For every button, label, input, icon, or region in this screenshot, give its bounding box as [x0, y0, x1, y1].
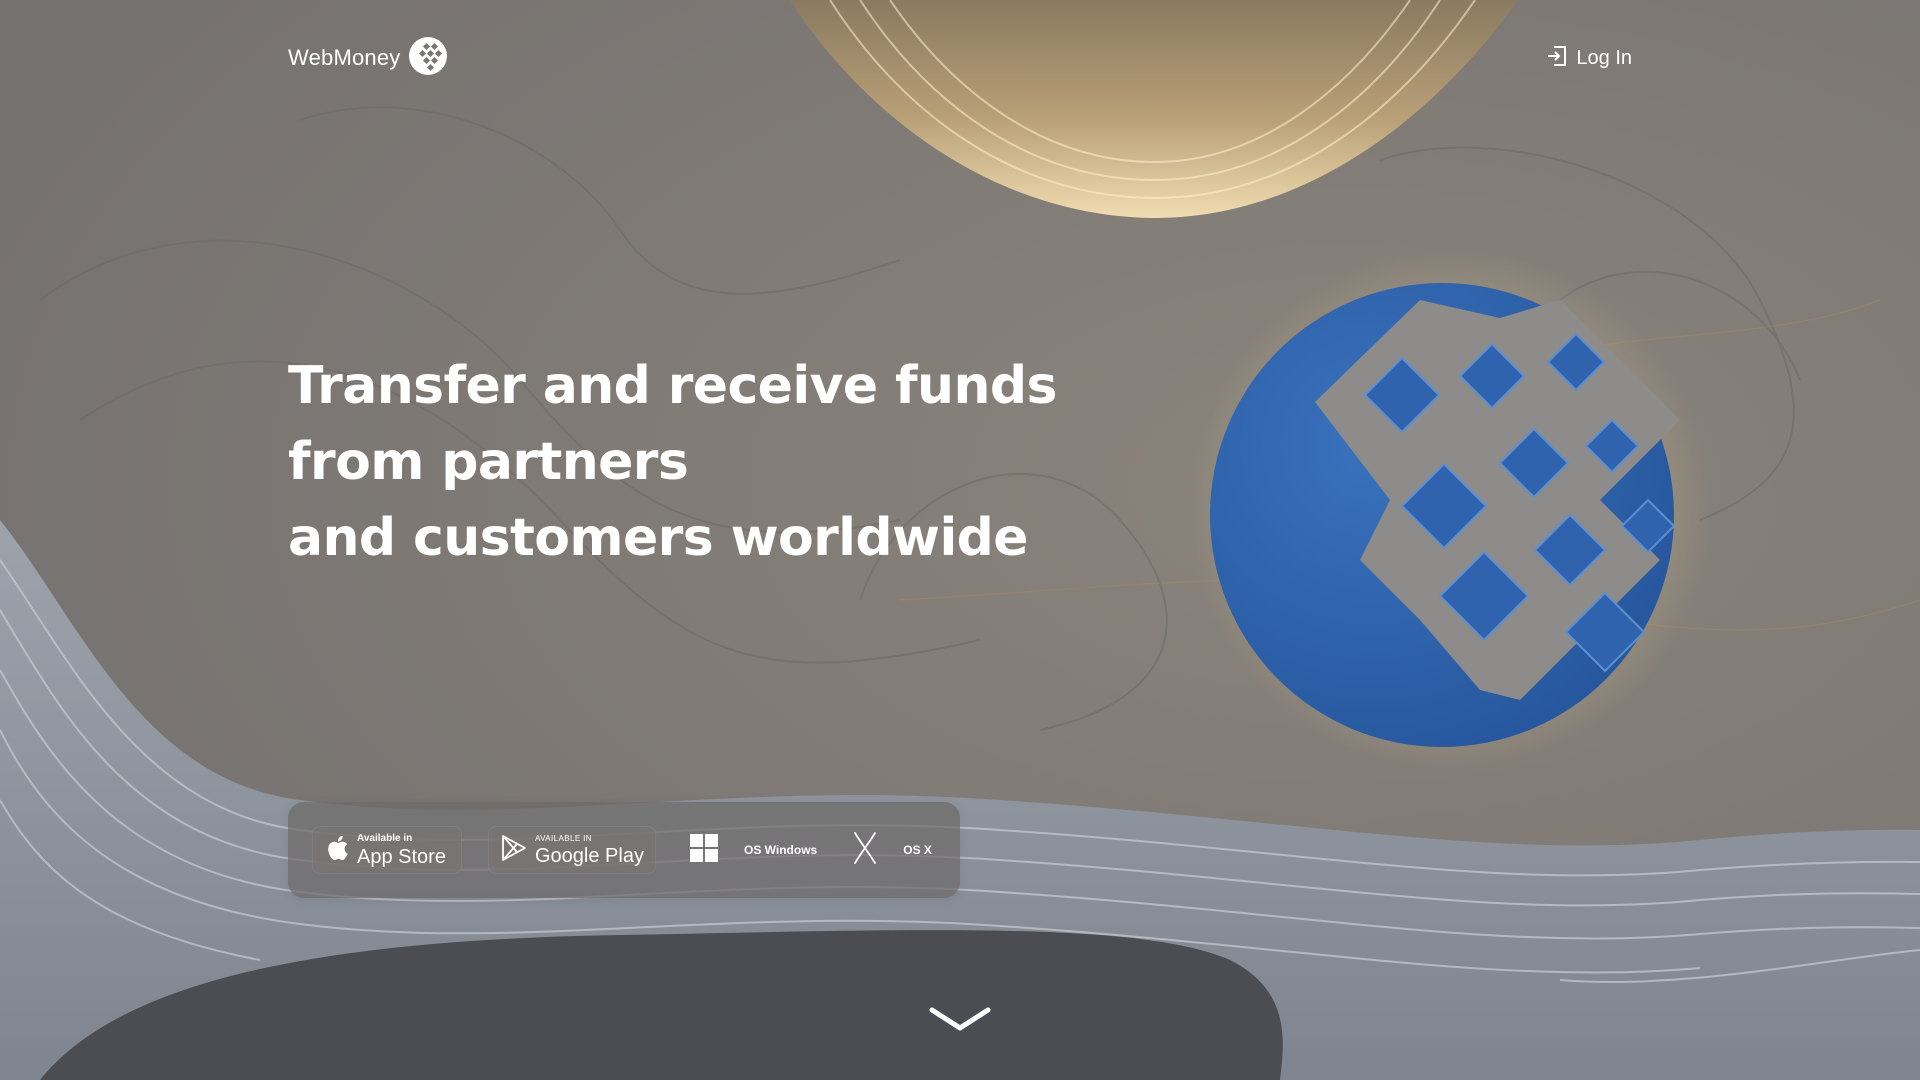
login-icon	[1546, 45, 1568, 72]
login-label: Log In	[1576, 46, 1632, 69]
google-play-big-label: Google Play	[535, 844, 644, 867]
headline-line-2: from partners	[288, 432, 689, 492]
google-play-text: AVAILABLE IN Google Play	[535, 833, 644, 867]
windows-icon	[690, 833, 718, 867]
osx-label: OS X	[903, 843, 932, 857]
apple-icon	[325, 834, 349, 867]
webmoney-logo-link[interactable]: WebMoney	[288, 36, 448, 80]
google-play-icon	[501, 834, 527, 867]
windows-label: OS Windows	[744, 843, 818, 857]
headline-line-1: Transfer and receive funds	[288, 356, 1057, 416]
osx-download-link[interactable]: OS X	[853, 831, 932, 870]
scroll-down-button[interactable]	[928, 1004, 992, 1036]
hero-headline: Transfer and receive funds from partners…	[288, 348, 1088, 576]
app-store-button[interactable]: Available in App Store	[312, 826, 462, 874]
download-options-bar: Available in App Store AVAILABLE IN Goog…	[288, 802, 960, 898]
app-store-small-label: Available in	[357, 832, 413, 844]
login-button[interactable]: Log In	[1546, 44, 1632, 72]
chevron-down-icon	[928, 1007, 992, 1040]
osx-x-icon	[853, 831, 877, 870]
logo-text: WebMoney	[288, 45, 401, 70]
windows-download-link[interactable]: OS Windows	[690, 833, 818, 867]
app-store-text: Available in App Store	[357, 832, 446, 868]
google-play-small-label: AVAILABLE IN	[535, 833, 592, 843]
app-store-big-label: App Store	[357, 845, 446, 868]
webmoney-globe-icon	[408, 36, 448, 81]
headline-line-3: and customers worldwide	[288, 508, 1029, 568]
google-play-button[interactable]: AVAILABLE IN Google Play	[488, 826, 656, 874]
